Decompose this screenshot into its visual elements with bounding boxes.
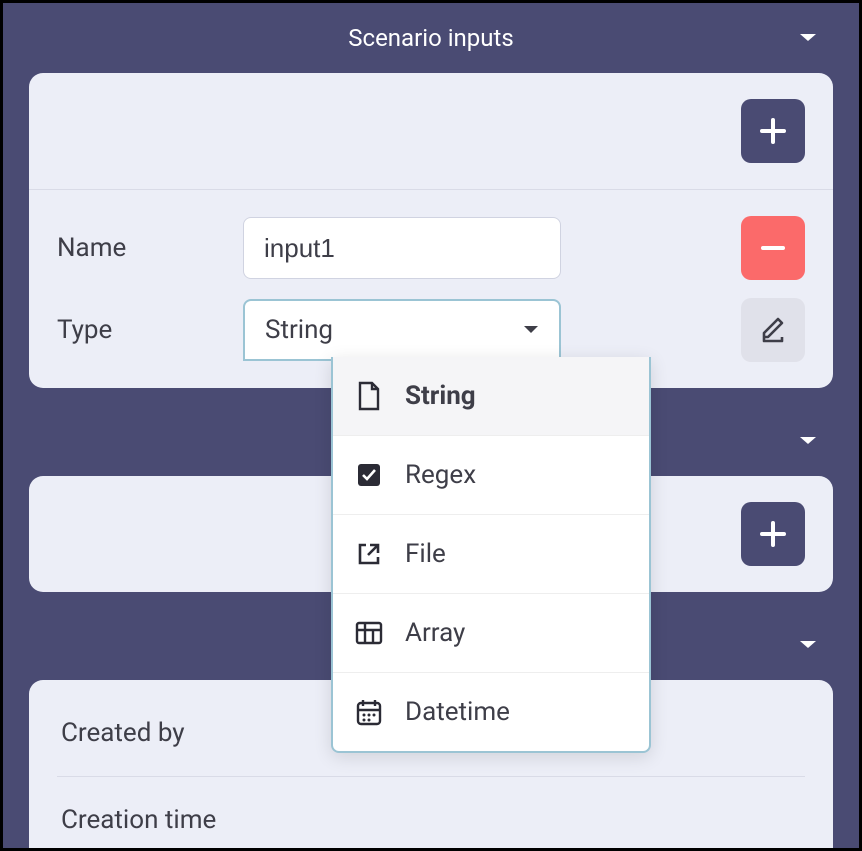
type-option-array[interactable]: Array [333,593,649,672]
caret-down-icon [799,32,817,44]
type-dropdown: String Regex File Array Datetime [331,357,651,753]
caret-down-icon [799,435,817,447]
type-select[interactable]: String [243,299,561,361]
add-output-button[interactable] [741,502,805,566]
edit-icon [758,315,788,345]
scenario-inputs-title: Scenario inputs [348,24,514,52]
file-icon [355,382,383,410]
type-select-value: String [265,315,333,345]
name-label: Name [57,233,243,263]
remove-input-button[interactable] [741,216,805,280]
type-option-datetime[interactable]: Datetime [333,672,649,751]
plus-icon [758,519,788,549]
caret-down-icon [799,639,817,651]
checkbox-icon [355,461,383,489]
type-option-string[interactable]: String [333,357,649,435]
input-name-row: Name [57,216,805,280]
minus-icon [758,233,788,263]
edit-input-button[interactable] [741,298,805,362]
name-input[interactable] [243,217,561,279]
type-option-label: Array [405,618,465,648]
type-option-label: String [405,381,476,411]
creation-time-row: Creation time [57,777,805,851]
scenario-inputs-card: Name Type String [29,73,833,388]
plus-icon [758,116,788,146]
type-option-label: File [405,539,446,569]
input-type-row: Type String [57,298,805,362]
type-label: Type [57,315,243,345]
calendar-icon [355,698,383,726]
scenario-inputs-header[interactable]: Scenario inputs [3,3,859,73]
add-input-button[interactable] [741,99,805,163]
type-option-label: Regex [405,460,476,490]
type-option-regex[interactable]: Regex [333,435,649,514]
type-option-file[interactable]: File [333,514,649,593]
external-icon [355,540,383,568]
type-option-label: Datetime [405,697,510,727]
caret-down-icon [523,325,539,335]
grid-icon [355,619,383,647]
